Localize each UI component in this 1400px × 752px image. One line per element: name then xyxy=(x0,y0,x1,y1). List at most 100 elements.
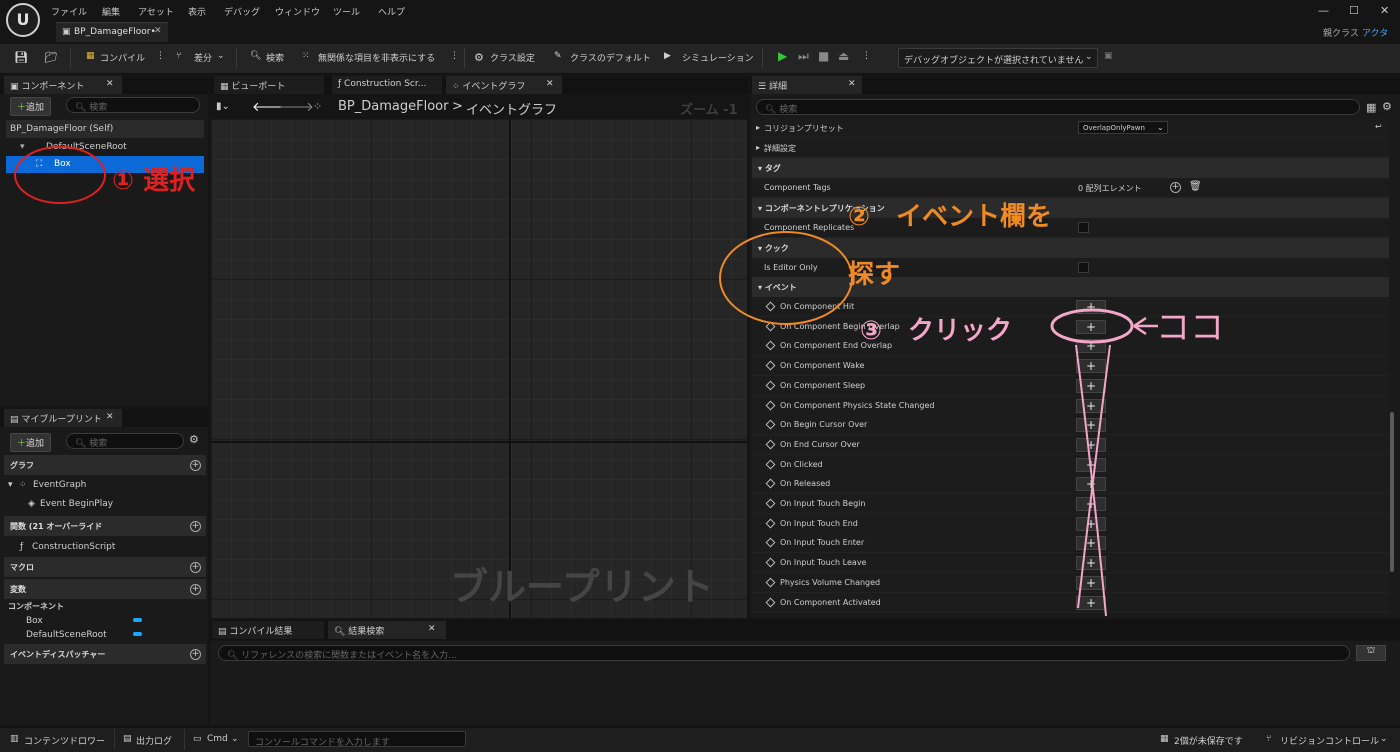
is-editor-only-checkbox[interactable] xyxy=(1078,262,1089,273)
add-event-button[interactable]: + xyxy=(1076,497,1106,511)
add-element-icon[interactable]: + xyxy=(1170,182,1181,193)
add-event-button[interactable]: + xyxy=(1076,477,1106,491)
event-begin-play-item[interactable]: Event BeginPlay xyxy=(40,499,113,509)
tab-compile-results[interactable]: ▤ コンパイル結果 xyxy=(212,621,324,639)
construction-script-item[interactable]: ConstructionScript xyxy=(32,542,115,552)
details-search-input[interactable]: 🔍︎ 検索 xyxy=(756,99,1360,115)
add-event-button[interactable]: + xyxy=(1076,399,1106,413)
tab-close-icon[interactable]: ✕ xyxy=(546,79,554,89)
menu-window[interactable]: ウィンドウ xyxy=(275,5,320,18)
menu-view[interactable]: 表示 xyxy=(188,5,206,18)
tab-close-icon[interactable]: ✕ xyxy=(154,26,162,36)
add-event-button[interactable]: + xyxy=(1076,576,1106,590)
add-event-button[interactable]: + xyxy=(1076,438,1106,452)
class-defaults-button[interactable]: クラスのデフォルト xyxy=(570,51,651,64)
debug-object-select[interactable]: デバッグオブジェクトが選択されていません ⌄ xyxy=(898,48,1098,68)
add-macro-icon[interactable]: + xyxy=(190,562,201,573)
expand-icon[interactable]: ▸ xyxy=(756,123,760,132)
tree-item-self[interactable]: BP_DamageFloor (Self) xyxy=(6,120,204,138)
tab-close-icon[interactable]: ✕ xyxy=(848,79,856,89)
add-dispatcher-icon[interactable]: + xyxy=(190,649,201,660)
menu-tools[interactable]: ツール xyxy=(333,5,360,18)
close-icon[interactable]: ✕ xyxy=(1380,4,1389,17)
diff-icon[interactable]: ⑂ xyxy=(176,51,181,61)
revision-control-button[interactable]: リビジョンコントロール xyxy=(1280,734,1379,747)
simulation-icon[interactable]: ▶︎ xyxy=(664,51,671,61)
find-in-all-blueprints-button[interactable]: ⛫ xyxy=(1356,645,1386,661)
variable-box-item[interactable]: Box xyxy=(26,616,43,626)
compile-icon[interactable]: ▦ xyxy=(86,51,95,61)
stop-icon[interactable]: ■ xyxy=(818,49,829,63)
simulation-button[interactable]: シミュレーション xyxy=(682,51,754,64)
debug-browse-icon[interactable]: ▣ xyxy=(1104,51,1113,61)
chevron-down-icon[interactable]: ⌄ xyxy=(231,734,239,744)
add-event-button[interactable]: + xyxy=(1076,300,1106,314)
compile-button[interactable]: コンパイル xyxy=(100,51,145,64)
console-command-input[interactable]: コンソールコマンドを入力します xyxy=(248,731,466,748)
event-graph-item[interactable]: EventGraph xyxy=(33,480,86,490)
gear-icon[interactable]: ⚙ xyxy=(189,433,199,446)
unreal-logo-icon[interactable]: U xyxy=(6,3,40,37)
tab-close-icon[interactable]: ✕ xyxy=(106,412,114,422)
search-icon[interactable]: 🔍︎ xyxy=(250,51,261,61)
menu-debug[interactable]: デバッグ xyxy=(224,5,260,18)
tree-expand-icon[interactable]: ▾ xyxy=(8,480,13,490)
add-event-button[interactable]: + xyxy=(1076,320,1106,334)
add-event-button[interactable]: + xyxy=(1076,418,1106,432)
gear-icon[interactable]: ⚙ xyxy=(1382,100,1392,113)
add-graph-icon[interactable]: + xyxy=(190,460,201,471)
collision-preset-select[interactable]: OverlapOnlyPawn ⌄ xyxy=(1078,121,1168,134)
tree-item-default-scene-root[interactable]: DefaultSceneRoot xyxy=(46,142,127,152)
event-graph-canvas[interactable] xyxy=(211,119,747,618)
add-component-button[interactable]: ＋追加 xyxy=(10,97,52,116)
cmd-select[interactable]: Cmd xyxy=(207,734,228,744)
tab-close-icon[interactable]: ✕ xyxy=(106,79,114,89)
property-matrix-icon[interactable]: ▦ xyxy=(1366,101,1376,114)
unsaved-button[interactable]: 2個が未保存です xyxy=(1174,734,1243,747)
diff-button[interactable]: 差分 xyxy=(194,51,212,64)
details-scrollbar[interactable] xyxy=(1390,412,1394,572)
find-options-icon[interactable]: ⋮ xyxy=(450,51,459,61)
variable-default-scene-root-item[interactable]: DefaultSceneRoot xyxy=(26,630,107,640)
menu-help[interactable]: ヘルプ xyxy=(378,5,405,18)
parent-class-link[interactable]: アクタ xyxy=(1362,26,1388,39)
section-graph[interactable]: グラフ xyxy=(4,455,206,475)
tab-my-blueprint[interactable]: ▤ マイブループリント ✕ xyxy=(4,409,122,427)
add-function-icon[interactable]: + xyxy=(190,521,201,532)
trash-icon[interactable]: 🗑︎ xyxy=(1189,181,1202,192)
section-tags[interactable]: ▾ タグ xyxy=(752,158,1389,178)
output-log-button[interactable]: 出力ログ xyxy=(136,734,172,747)
add-event-button[interactable]: + xyxy=(1076,517,1106,531)
reset-arrow-icon[interactable]: ↩ xyxy=(1375,122,1382,131)
menu-asset[interactable]: アセット xyxy=(138,5,174,18)
menu-edit[interactable]: 編集 xyxy=(102,5,120,18)
section-variables[interactable]: 変数 xyxy=(4,579,206,599)
class-settings-button[interactable]: クラス設定 xyxy=(490,51,535,64)
compile-options-icon[interactable]: ⋮ xyxy=(156,51,165,61)
save-icon[interactable]: 💾︎ xyxy=(14,51,28,64)
add-variable-icon[interactable]: + xyxy=(190,584,201,595)
add-event-button[interactable]: + xyxy=(1076,458,1106,472)
add-member-button[interactable]: ＋追加 xyxy=(10,433,52,452)
menu-file[interactable]: ファイル xyxy=(51,5,87,18)
variables-components-group[interactable]: コンポーネント xyxy=(8,601,64,612)
add-event-button[interactable]: + xyxy=(1076,379,1106,393)
eject-icon[interactable]: ⏏ xyxy=(838,49,849,63)
breadcrumb-root[interactable]: BP_DamageFloor xyxy=(338,99,448,114)
tab-components[interactable]: ▣ コンポーネント ✕ xyxy=(4,76,122,94)
find-results-search-input[interactable]: 🔍︎ リファレンスの検索に関数またはイベント名を入力... xyxy=(218,645,1350,661)
add-event-button[interactable]: + xyxy=(1076,556,1106,570)
myblueprint-search-input[interactable]: 🔍︎ 検索 xyxy=(66,433,184,449)
browse-icon[interactable]: 📁︎ xyxy=(44,51,58,64)
component-replicates-checkbox[interactable] xyxy=(1078,222,1089,233)
bookmark-icon[interactable]: ▮⌄ xyxy=(216,101,230,112)
minimize-icon[interactable]: — xyxy=(1318,4,1329,17)
play-options-icon[interactable]: ⋮ xyxy=(862,51,871,61)
section-functions[interactable]: 関数 (21 オーバーライド xyxy=(4,516,206,536)
document-tab[interactable]: ▣ BP_DamageFloor• ✕ xyxy=(56,22,168,42)
tab-close-icon[interactable]: ✕ xyxy=(428,624,436,634)
gear-icon[interactable]: ⚙ xyxy=(474,51,484,64)
tab-details[interactable]: ☰ 詳細 ✕ xyxy=(752,76,862,94)
add-event-button[interactable]: + xyxy=(1076,359,1106,373)
play-icon[interactable]: ▶ xyxy=(778,49,787,63)
